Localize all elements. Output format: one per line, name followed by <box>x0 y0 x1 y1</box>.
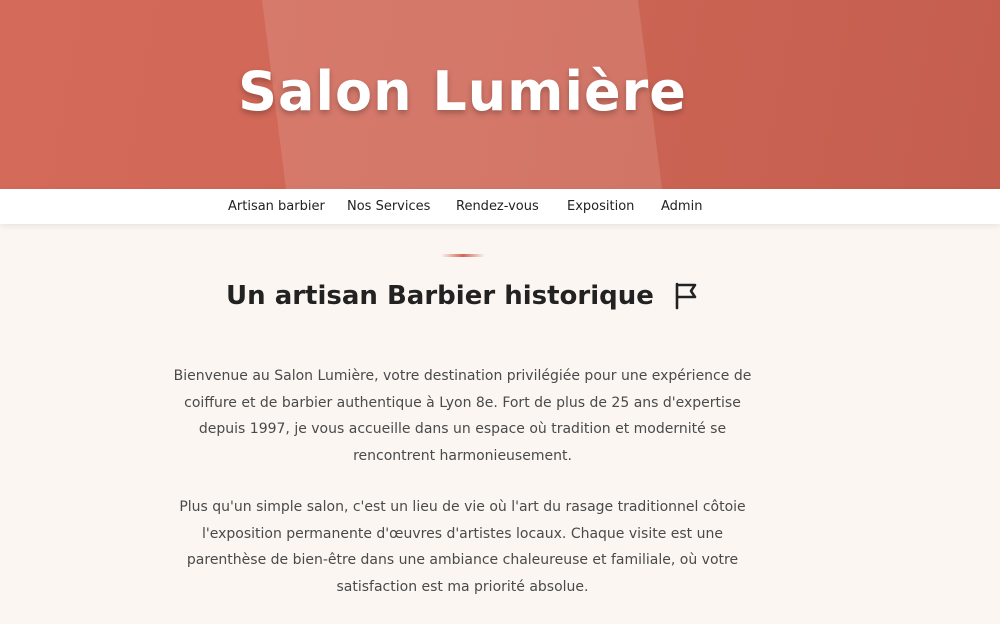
intro-paragraph: Bienvenue au Salon Lumière, votre destin… <box>173 368 752 464</box>
main-nav: Artisan barbier Nos Services Rendez-vous… <box>0 189 1000 224</box>
section-heading-row: Un artisan Barbier historique <box>0 281 925 311</box>
nav-item-artisan-barbier[interactable]: Artisan barbier <box>228 199 325 214</box>
site-title: Salon Lumière <box>238 60 687 123</box>
page: Salon Lumière Artisan barbier Nos Servic… <box>0 0 1000 624</box>
about-paragraph: Plus qu'un simple salon, c'est un lieu d… <box>179 499 746 595</box>
flag-icon <box>673 282 699 310</box>
nav-item-exposition[interactable]: Exposition <box>567 199 634 214</box>
nav-item-admin[interactable]: Admin <box>661 199 702 214</box>
hero-banner: Salon Lumière <box>0 0 1000 189</box>
nav-item-nos-services[interactable]: Nos Services <box>347 199 430 214</box>
nav-item-rendez-vous[interactable]: Rendez-vous <box>456 199 539 214</box>
section-divider <box>441 254 485 257</box>
section-heading: Un artisan Barbier historique <box>226 281 654 311</box>
